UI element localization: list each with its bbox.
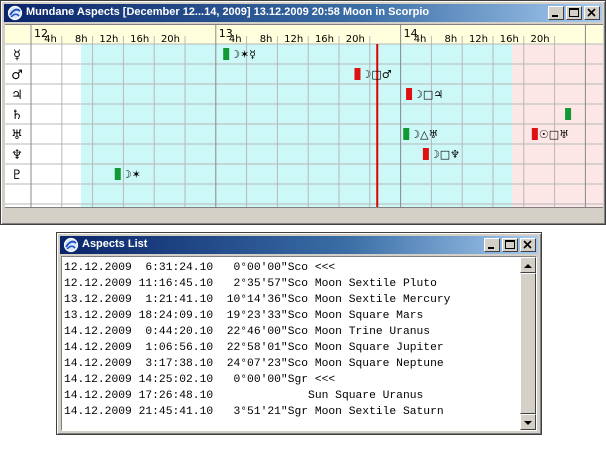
hour-label: 20h <box>161 34 180 45</box>
list-item[interactable]: 13.12.2009 1:21:41.10 10°14'36"Sco Moon … <box>64 292 450 308</box>
list-window-title: Aspects List <box>82 238 148 250</box>
planet-glyph: ♂ <box>11 68 23 83</box>
hour-label: 4h <box>229 34 242 45</box>
globe-icon[interactable] <box>7 5 23 21</box>
aspects-timeline[interactable]: 12 13 14 4h 8h 12h 16h 20h 4h 8h 12h 16h 20h 4h 8h 12h 1… <box>5 24 603 207</box>
hour-label: 4h <box>44 34 57 45</box>
planet-glyph: ♃ <box>11 88 23 103</box>
hour-label: 8h <box>444 34 457 45</box>
aspect-marker <box>406 88 413 100</box>
list-item[interactable]: 14.12.2009 17:26:48.10 Sun Square Uranus <box>64 388 450 404</box>
list-item[interactable]: 14.12.2009 0:44:20.10 22°46'00"Sco Moon … <box>64 324 450 340</box>
planet-glyph: ♇ <box>11 168 23 183</box>
scroll-down-button[interactable] <box>520 414 536 430</box>
minimize-icon <box>552 15 558 17</box>
hour-label: 12h <box>284 34 303 45</box>
aspect-label: ☽✶ <box>122 168 141 181</box>
hour-label: 16h <box>500 34 519 45</box>
hour-label: 16h <box>315 34 334 45</box>
list-item[interactable]: 14.12.2009 1:06:56.10 22°58'01"Sco Moon … <box>64 340 450 356</box>
hour-label: 20h <box>531 34 550 45</box>
vertical-scrollbar[interactable] <box>520 257 536 430</box>
maximize-icon <box>505 240 515 249</box>
list-item[interactable]: 14.12.2009 3:17:38.10 24°07'23"Sco Moon … <box>64 356 450 372</box>
aspect-marker <box>403 128 410 140</box>
minimize-button[interactable] <box>484 238 500 252</box>
status-bar <box>5 207 603 223</box>
maximize-icon <box>569 8 579 17</box>
list-item[interactable]: 12.12.2009 11:16:45.10 2°35'57"Sco Moon … <box>64 276 450 292</box>
aspects-list-window: Aspects List 12.12.2009 6:31:24.10 0°00'… <box>56 232 542 435</box>
list-item[interactable]: 12.12.2009 6:31:24.10 0°00'00"Sco <<< <box>64 260 450 276</box>
aspect-marker <box>422 148 429 160</box>
aspect-label: ☽□♃ <box>413 88 443 101</box>
arrow-down-icon <box>524 421 532 425</box>
aspect-label: ☽□♆ <box>430 148 460 161</box>
daylight-zone <box>81 44 513 207</box>
aspect-label: ☽□♂ <box>361 68 391 81</box>
maximize-button[interactable] <box>502 238 518 252</box>
close-button[interactable] <box>584 6 600 20</box>
hour-label: 8h <box>75 34 88 45</box>
scroll-up-button[interactable] <box>520 257 536 273</box>
minimize-icon <box>488 247 494 249</box>
list-item[interactable]: 13.12.2009 18:24:09.10 19°23'33"Sco Moon… <box>64 308 450 324</box>
planet-glyph: ♅ <box>11 128 23 143</box>
aspect-label: ☉□♅ <box>539 128 569 141</box>
timeline-canvas[interactable]: 12 13 144h 8h 12h 16h 20h 4h 8h 12h 16h 20h 4h 8h 12h 1… <box>5 25 603 207</box>
planet-glyph: ♆ <box>11 148 23 163</box>
evening-zone <box>512 44 603 207</box>
minimize-button[interactable] <box>548 6 564 20</box>
close-button[interactable] <box>520 238 536 252</box>
arrow-up-icon <box>524 264 532 268</box>
aspect-marker <box>223 48 230 60</box>
aspect-marker <box>531 128 538 140</box>
hour-label: 12h <box>99 34 118 45</box>
aspects-list[interactable]: 12.12.2009 6:31:24.10 0°00'00"Sco <<< 12… <box>61 256 537 431</box>
scroll-thumb[interactable] <box>520 273 536 414</box>
close-icon <box>587 8 596 17</box>
close-icon <box>523 240 532 249</box>
main-titlebar[interactable]: Mundane Aspects [December 12...14, 2009]… <box>4 4 602 22</box>
aspect-label: ☽✶☿ <box>230 48 256 61</box>
maximize-button[interactable] <box>566 6 582 20</box>
list-titlebar[interactable]: Aspects List <box>60 236 538 254</box>
planet-glyph: ☿ <box>13 48 21 63</box>
mundane-aspects-window: Mundane Aspects [December 12...14, 2009]… <box>0 0 606 225</box>
list-item[interactable]: 14.12.2009 21:45:41.10 3°51'21"Sgr Moon … <box>64 404 450 420</box>
aspect-marker <box>114 168 121 180</box>
hour-label: 4h <box>414 34 427 45</box>
globe-icon[interactable] <box>63 237 79 253</box>
hour-label: 16h <box>130 34 149 45</box>
aspect-marker <box>565 108 572 120</box>
list-item[interactable]: 14.12.2009 14:25:02.10 0°00'00"Sgr <<< <box>64 372 450 388</box>
planet-glyph: ♄ <box>11 108 23 123</box>
hour-label: 12h <box>469 34 488 45</box>
hour-label: 20h <box>346 34 365 45</box>
main-window-title: Mundane Aspects [December 12...14, 2009]… <box>26 6 430 18</box>
aspect-label: ☽△♅ <box>410 128 438 141</box>
aspect-marker <box>354 68 361 80</box>
hour-label: 8h <box>260 34 273 45</box>
